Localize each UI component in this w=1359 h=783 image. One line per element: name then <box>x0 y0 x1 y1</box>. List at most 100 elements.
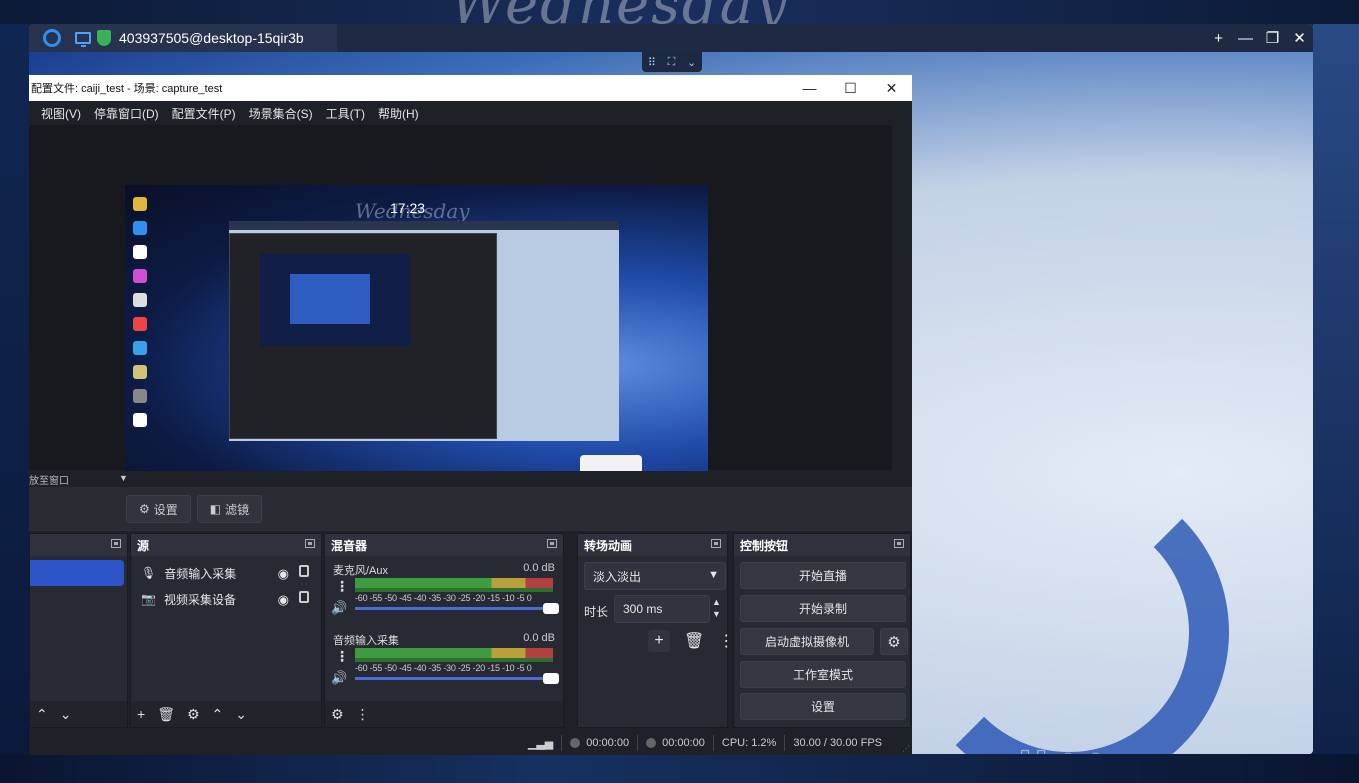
gear-icon: ⚙ <box>139 502 150 516</box>
remote-session-title: 403937505@desktop-15qir3b <box>119 30 304 46</box>
obs-window: 配置文件: caiji_test - 场景: capture_test — ☐ … <box>29 75 912 755</box>
volume-meter-lower <box>355 588 553 592</box>
move-up-icon[interactable]: ⌃ <box>36 706 48 723</box>
start-recording-button[interactable]: 开始录制 <box>740 595 906 622</box>
gear-icon[interactable]: ⚙ <box>187 706 200 723</box>
mixer-channel: 音频输入采集 0.0 dB ⋮ -60 -55 -50 -45 -40 -35 … <box>325 626 563 696</box>
volume-slider-knob[interactable] <box>543 673 559 684</box>
more-options-icon[interactable]: ⋮ <box>335 578 349 595</box>
add-icon[interactable]: + <box>137 706 145 722</box>
dock-float-icon[interactable] <box>305 539 315 548</box>
volume-meter <box>355 648 553 658</box>
drag-handle-icon[interactable]: ⠿ <box>648 56 656 69</box>
volume-slider[interactable] <box>355 673 559 684</box>
volume-slider[interactable] <box>355 603 559 614</box>
transition-select[interactable]: 淡入淡出 ▼ <box>584 562 726 590</box>
add-transition-button[interactable]: + <box>648 630 670 652</box>
source-item-label: 音频输入采集 <box>164 566 237 581</box>
network-icon: ▁▃▅ <box>527 737 554 750</box>
menu-tools[interactable]: 工具(T) <box>326 105 365 122</box>
close-button[interactable]: ✕ <box>1286 24 1313 52</box>
minimize-button[interactable]: — <box>1232 24 1259 52</box>
volume-slider-knob[interactable] <box>543 603 559 614</box>
obs-minimize-button[interactable]: — <box>789 80 830 97</box>
fullscreen-icon[interactable]: ⛶ <box>668 56 676 69</box>
speaker-icon[interactable]: 🔊 <box>331 670 347 686</box>
resize-grip-icon[interactable]: ⋰ <box>902 744 910 753</box>
dock-float-icon[interactable] <box>547 539 557 548</box>
settings-icon <box>133 389 147 403</box>
volume-meter-lower <box>355 658 553 662</box>
menu-profile[interactable]: 配置文件(P) <box>172 105 236 122</box>
chevron-down-icon[interactable]: ⌄ <box>687 56 696 69</box>
preview-canvas[interactable]: Wednesday 17:23 <box>125 185 708 513</box>
menu-docks[interactable]: 停靠窗口(D) <box>94 105 159 122</box>
dock-label: 放至窗口 <box>29 475 69 487</box>
sources-dock-header: 源 <box>131 534 321 556</box>
status-separator <box>712 735 714 751</box>
eye-icon[interactable]: ◉ <box>278 566 289 582</box>
dock-float-icon[interactable] <box>111 539 121 548</box>
more-options-icon[interactable]: ⋮ <box>356 706 370 723</box>
meter-scale: -60 -55 -50 -45 -40 -35 -30 -25 -20 -15 … <box>355 663 532 673</box>
duration-value: 300 ms <box>623 602 663 616</box>
desktop-left-strip <box>0 24 29 754</box>
menu-scene-collection[interactable]: 场景集合(S) <box>249 105 313 122</box>
remote-session-tab[interactable]: 403937505@desktop-15qir3b <box>29 24 337 52</box>
transition-tools: + 🗑 ⋮ <box>648 630 734 652</box>
preview-area[interactable]: Wednesday 17:23 <box>29 125 892 513</box>
duration-label: 时长 <box>584 605 609 619</box>
duration-spinner[interactable]: ▲ ▼ <box>712 596 721 620</box>
status-separator <box>637 735 639 751</box>
new-tab-button[interactable]: + <box>1205 24 1232 52</box>
virtual-camera-settings-button[interactable]: ⚙ <box>880 628 908 655</box>
source-item-label: 视频采集设备 <box>163 592 236 607</box>
obs-window-controls: — ☐ ✕ <box>789 80 912 97</box>
scenes-dock-footer: ⌃ ⌄ <box>30 701 127 727</box>
more-options-icon[interactable]: ⋮ <box>718 631 734 651</box>
trash-icon[interactable]: 🗑 <box>157 706 175 723</box>
mixer-channel-name: 音频输入采集 <box>333 635 399 647</box>
volume-meter <box>355 578 553 588</box>
source-settings-label: 设置 <box>153 502 178 517</box>
transitions-dock-header: 转场动画 <box>578 534 727 556</box>
more-options-icon[interactable]: ⋮ <box>335 648 349 665</box>
move-down-icon[interactable]: ⌄ <box>60 706 72 723</box>
mixer-dock: 混音器 麦克风/Aux 0.0 dB ⋮ -60 -55 -50 -45 -40… <box>324 533 564 728</box>
dock-float-icon[interactable] <box>894 539 904 548</box>
dock-float-icon[interactable] <box>711 539 721 548</box>
filter-icon: ◧ <box>209 502 222 516</box>
status-separator <box>784 735 786 751</box>
source-filters-button[interactable]: ◧ 滤镜 <box>196 495 263 523</box>
source-item[interactable]: 🎙 音频输入采集 ◉ <box>131 560 321 586</box>
maximize-button[interactable]: ❐ <box>1259 24 1286 52</box>
mixer-dock-title: 混音器 <box>331 538 368 553</box>
menu-view[interactable]: 视图(V) <box>41 105 81 122</box>
start-virtual-camera-button[interactable]: 启动虚拟摄像机 <box>740 628 874 655</box>
source-item[interactable]: 📷 视频采集设备 ◉ <box>131 586 321 612</box>
dock-dropdown-icon[interactable]: ▼ <box>119 473 128 483</box>
studio-mode-button[interactable]: 工作室模式 <box>740 661 906 688</box>
fps-readout: 30.00 / 30.00 FPS <box>793 737 882 749</box>
advanced-audio-icon[interactable]: ⚙ <box>331 706 344 723</box>
speaker-icon[interactable]: 🔊 <box>331 600 347 616</box>
transition-select-value: 淡入淡出 <box>593 569 642 584</box>
move-up-icon[interactable]: ⌃ <box>212 706 224 723</box>
document-icon <box>133 413 147 427</box>
scene-item-selected[interactable] <box>30 560 124 586</box>
lock-icon[interactable] <box>299 591 309 603</box>
chevron-down-icon: ▼ <box>708 569 719 581</box>
source-settings-button[interactable]: ⚙ 设置 <box>126 495 191 523</box>
trash-icon[interactable]: 🗑 <box>684 631 704 651</box>
settings-button[interactable]: 设置 <box>740 693 906 720</box>
start-streaming-button[interactable]: 开始直播 <box>740 562 906 589</box>
lock-icon[interactable] <box>299 565 309 577</box>
move-down-icon[interactable]: ⌄ <box>235 706 247 723</box>
eye-icon[interactable]: ◉ <box>278 592 289 608</box>
controls-dock: 控制按钮 开始直播 开始录制 启动虚拟摄像机 ⚙ 工作室模式 设置 <box>733 533 911 728</box>
obs-close-button[interactable]: ✕ <box>871 80 912 97</box>
duration-input[interactable]: 300 ms <box>614 595 710 623</box>
menu-help[interactable]: 帮助(H) <box>378 105 419 122</box>
sources-dock-title: 源 <box>137 538 150 553</box>
obs-maximize-button[interactable]: ☐ <box>830 80 871 97</box>
